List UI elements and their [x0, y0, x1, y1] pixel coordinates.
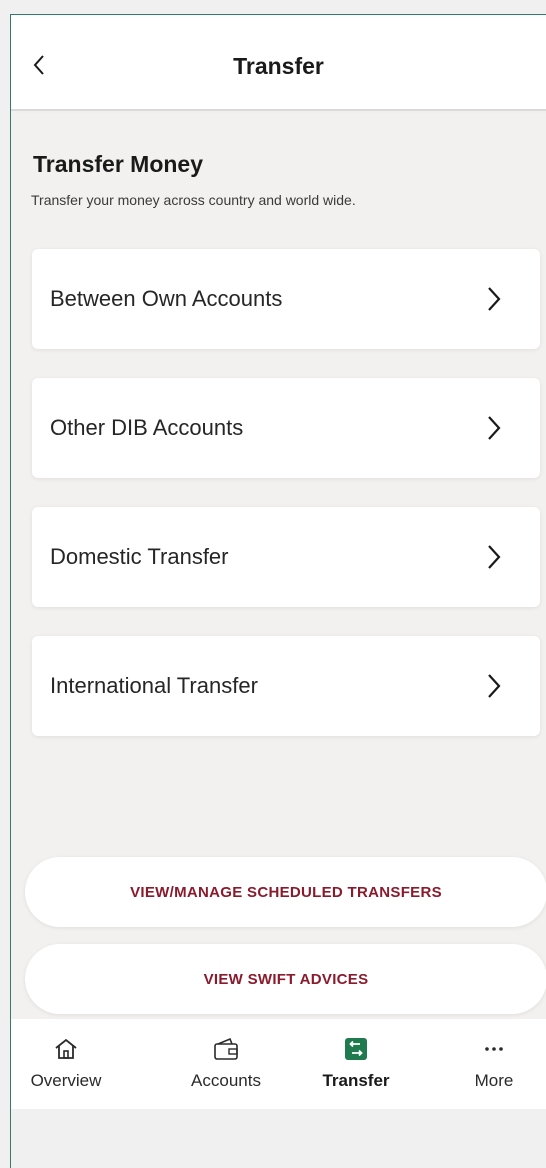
- option-domestic-transfer[interactable]: Domestic Transfer: [32, 507, 540, 607]
- transfer-icon: [344, 1037, 368, 1061]
- tab-label: More: [474, 1071, 514, 1090]
- home-icon: [53, 1037, 79, 1061]
- chevron-right-icon: [488, 287, 501, 311]
- tab-transfer[interactable]: Transfer: [301, 1019, 411, 1109]
- option-label: Between Own Accounts: [50, 286, 283, 311]
- view-scheduled-transfers-button[interactable]: VIEW/MANAGE SCHEDULED TRANSFERS: [25, 857, 546, 927]
- tab-more[interactable]: More: [439, 1019, 546, 1109]
- tab-accounts[interactable]: Accounts: [171, 1019, 281, 1109]
- home-indicator-area: [11, 1109, 546, 1168]
- app-frame: Transfer Transfer Money Transfer your mo…: [10, 14, 546, 1168]
- chevron-right-icon: [488, 674, 501, 698]
- tab-label: Accounts: [191, 1071, 261, 1090]
- view-swift-advices-button[interactable]: VIEW SWIFT ADVICES: [25, 944, 546, 1014]
- chevron-right-icon: [488, 545, 501, 569]
- more-icon: [482, 1037, 506, 1061]
- chevron-right-icon: [488, 416, 501, 440]
- bottom-tab-bar: Overview Accounts Transfer More: [11, 1019, 546, 1109]
- tab-label: Overview: [30, 1071, 102, 1090]
- option-international-transfer[interactable]: International Transfer: [32, 636, 540, 736]
- tab-label: Transfer: [322, 1071, 390, 1090]
- top-header: Transfer: [11, 15, 546, 111]
- section-subtitle: Transfer your money across country and w…: [31, 192, 356, 208]
- tab-overview[interactable]: Overview: [11, 1019, 121, 1109]
- option-between-own-accounts[interactable]: Between Own Accounts: [32, 249, 540, 349]
- option-label: Other DIB Accounts: [50, 415, 244, 440]
- option-label: Domestic Transfer: [50, 544, 229, 569]
- page-title: Transfer: [233, 53, 324, 79]
- option-label: International Transfer: [50, 673, 258, 698]
- wallet-icon: [212, 1037, 240, 1061]
- section-title: Transfer Money: [33, 151, 203, 177]
- option-other-dib-accounts[interactable]: Other DIB Accounts: [32, 378, 540, 478]
